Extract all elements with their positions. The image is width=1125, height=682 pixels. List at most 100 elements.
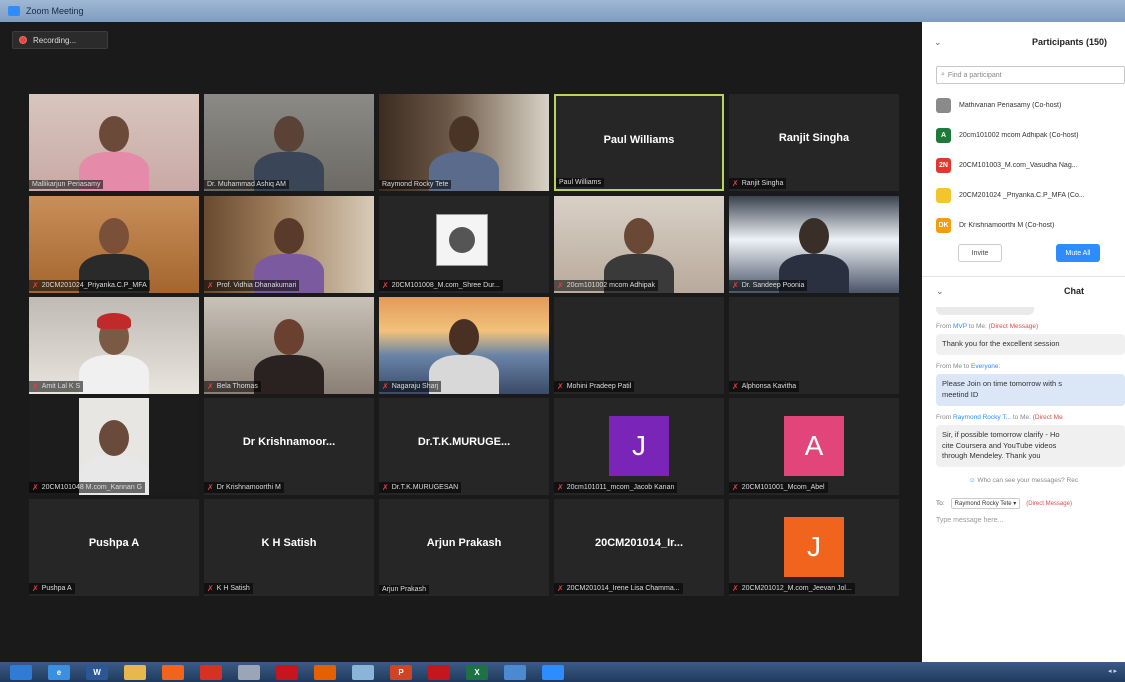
video-tile[interactable]: ✗ Alphonsa Kavitha (729, 297, 899, 394)
folder-icon[interactable] (124, 664, 146, 680)
media-player-icon[interactable] (162, 664, 184, 680)
video-tile[interactable]: Dr. Muhammad Ashiq AM (204, 94, 374, 191)
video-feed (204, 297, 374, 394)
participant-name-text: Dr. Muhammad Ashiq AM (207, 181, 286, 188)
pdf-icon[interactable] (428, 664, 450, 680)
participant-name-label: ✗ Mohini Pradeep Patil (554, 381, 635, 392)
video-tile[interactable]: ✗ Prof. Vidhia Dhanakumari (204, 196, 374, 293)
message-line: Thank you for the excellent session (942, 339, 1060, 348)
video-tile[interactable]: K H Satish ✗ K H Satish (204, 499, 374, 596)
start-orb-icon[interactable] (10, 664, 32, 680)
chevron-down-icon[interactable]: ⌄ (936, 286, 944, 297)
message-bubble: Please Join on time tomorrow with s meeti… (936, 373, 1125, 406)
video-tile[interactable]: Dr Krishnamoor... ✗ Dr Krishnamoorthi M (204, 398, 374, 495)
video-tile[interactable]: Paul Williams Paul Williams (554, 94, 724, 191)
firefox-icon[interactable] (314, 664, 336, 680)
chat-message-input[interactable]: Type message here... (922, 517, 1125, 524)
participant-name-text: Ranjit Singha (741, 180, 784, 187)
message-meta: From Me to Everyone: (922, 363, 1125, 370)
mute-all-button[interactable]: Mute All (1056, 244, 1100, 262)
video-tile[interactable]: ✗ 20CM101048 M.com_Kannan G (29, 398, 199, 495)
display-icon[interactable] (504, 664, 526, 680)
participant-row[interactable]: DK Dr Krishnamoorthi M (Co-host) (922, 210, 1125, 240)
meta-recipient: : (998, 362, 1001, 370)
video-tile[interactable]: ✗ Nagaraju Sharj (379, 297, 549, 394)
participant-search-input[interactable]: ⌕ Find a participant (936, 66, 1125, 84)
participant-display-name: 20CM201014_Ir... (594, 537, 684, 549)
participant-name-label: ✗ 20CM201012_M.com_Jeevan Jol... (729, 583, 855, 594)
people-icon: ☺ (968, 477, 976, 485)
muted-mic-icon: ✗ (207, 584, 214, 593)
video-tile[interactable]: ✗ Amit Lal K S (29, 297, 199, 394)
message-sender[interactable]: MVP (953, 323, 967, 330)
participant-head (624, 218, 654, 254)
participant-row[interactable]: 20CM201024 _Priyanka.C.P_MFA (Co... (922, 180, 1125, 210)
video-tile[interactable]: ✗ 20CM101008_M.com_Shree Dur... (379, 196, 549, 293)
video-tile[interactable]: ✗ 20cm101002 mcom Adhipak (554, 196, 724, 293)
video-tile[interactable]: Ranjit Singha ✗ Ranjit Singha (729, 94, 899, 191)
participant-row[interactable]: 2N 20CM101003_M.com_Vasudha Nag... (922, 150, 1125, 180)
paint-icon[interactable] (238, 664, 260, 680)
message-sender[interactable]: Everyone (971, 363, 998, 370)
video-tile[interactable]: A ✗ 20CM101001_Mcom_Abel (729, 398, 899, 495)
participant-row[interactable]: A 20cm101002 mcom Adhipak (Co-host) (922, 120, 1125, 150)
message-meta: From MVP to Me: (Direct Message) (922, 323, 1125, 330)
video-tile[interactable]: 20CM201014_Ir... ✗ 20CM201014_Irene Lisa C… (554, 499, 724, 596)
chat-header: ⌄ Chat (922, 277, 1125, 307)
participant-name-text: Dr. Sandeep Poonia (741, 282, 805, 289)
system-tray[interactable]: ◂ ▸ (1108, 667, 1117, 675)
participant-name-text: 20CM201014_Irene Lisa Chamma... (566, 585, 680, 592)
zoom-icon[interactable] (542, 664, 564, 680)
video-tile[interactable]: Pushpa A ✗ Pushpa A (29, 499, 199, 596)
message-sender[interactable]: Raymond Rocky T... (953, 414, 1011, 421)
record-icon (19, 36, 27, 44)
powerpoint-icon[interactable]: P (390, 664, 412, 680)
muted-mic-icon: ✗ (557, 483, 564, 492)
participant-name-label: ✗ K H Satish (204, 583, 253, 594)
message-line: cite Coursera and YouTube videos (942, 440, 1057, 450)
windows-taskbar: eW P X ◂ ▸ (0, 662, 1125, 682)
chrome-icon[interactable] (200, 664, 222, 680)
participants-header: ⌄ Participants (150) (922, 22, 1125, 62)
video-tile[interactable]: ✗ Dr. Sandeep Poonia (729, 196, 899, 293)
muted-mic-icon: ✗ (382, 281, 389, 290)
recording-label: Recording... (33, 35, 77, 45)
participant-name-text: Pushpa A (41, 585, 72, 592)
video-tile[interactable]: J ✗ 20CM201012_M.com_Jeevan Jol... (729, 499, 899, 596)
participant-display-name: Arjun Prakash (426, 537, 502, 549)
video-tile[interactable]: ✗ Mohini Pradeep Patil (554, 297, 724, 394)
chat-title: Chat (1064, 286, 1084, 296)
notepad-icon[interactable] (352, 664, 374, 680)
recording-indicator[interactable]: Recording... (12, 31, 108, 49)
ie-icon[interactable]: e (48, 664, 70, 680)
video-tile[interactable]: Raymond Rocky Tete (379, 94, 549, 191)
participant-row[interactable]: Mathivanan Periasamy (Co-host) (922, 90, 1125, 120)
participant-name-label: ✗ 20cm101011_mcom_Jacob Kanan (554, 482, 678, 493)
search-icon: ⌕ (941, 71, 945, 78)
participant-display-name: Ranjit Singha (778, 132, 850, 144)
meta-recipient: to Me: (1011, 413, 1033, 421)
participant-name-text: Amit Lal K S (41, 383, 81, 390)
window-title: Zoom Meeting (26, 6, 84, 16)
video-tile[interactable]: ✗ 20CM201024_Priyanka.C.P_MFA (29, 196, 199, 293)
participant-head (449, 116, 479, 152)
participant-name-label: ✗ 20CM101001_Mcom_Abel (729, 482, 828, 493)
chevron-down-icon[interactable]: ⌄ (934, 37, 942, 48)
video-feed (204, 94, 374, 191)
excel-icon[interactable]: X (466, 664, 488, 680)
search-placeholder: Find a participant (947, 71, 1002, 79)
participant-name-label: ✗ 20CM201024_Priyanka.C.P_MFA (29, 280, 150, 291)
video-tile[interactable]: ✗ Bela Thomas (204, 297, 374, 394)
video-tile[interactable]: Arjun Prakash Arjun Prakash (379, 499, 549, 596)
word-icon[interactable]: W (86, 664, 108, 680)
video-tile[interactable]: Mallikarjun Periasamy (29, 94, 199, 191)
muted-mic-icon: ✗ (32, 584, 39, 593)
participant-name: 20CM101003_M.com_Vasudha Nag... (959, 161, 1078, 169)
video-tile[interactable]: J ✗ 20cm101011_mcom_Jacob Kanan (554, 398, 724, 495)
video-tile[interactable]: Dr.T.K.MURUGE... ✗ Dr.T.K.MURUGESAN (379, 398, 549, 495)
participant-actions: Invite Mute All (922, 240, 1125, 266)
invite-button[interactable]: Invite (958, 244, 1002, 262)
acrobat-icon[interactable] (276, 664, 298, 680)
who-can-see-link[interactable]: ☺ Who can see your messages? Rec (922, 477, 1125, 484)
recipient-dropdown[interactable]: Raymond Rocky Tete ▾ (950, 498, 1021, 510)
